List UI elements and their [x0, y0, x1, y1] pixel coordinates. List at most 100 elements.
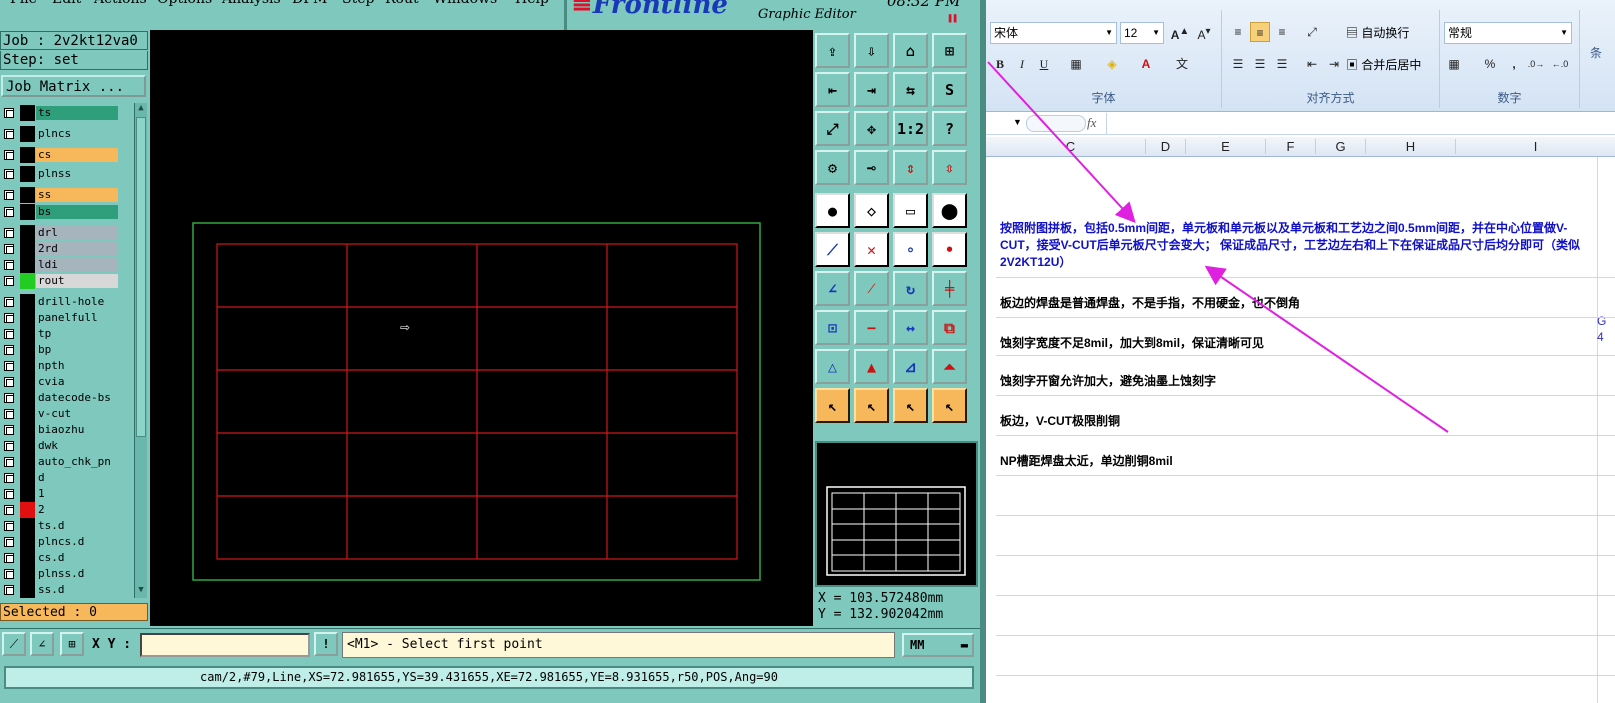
layer-name[interactable]: cs: [36, 148, 118, 162]
fx-icon[interactable]: fx: [1087, 115, 1096, 131]
layer-color-swatch[interactable]: [20, 257, 35, 273]
layer-checkbox[interactable]: [4, 260, 14, 270]
ruler-icon[interactable]: ▭: [893, 193, 928, 228]
layer-row[interactable]: plncs.d: [0, 534, 134, 550]
select-pad-icon[interactable]: ⊡: [815, 310, 850, 345]
column-header-h[interactable]: H: [1366, 139, 1456, 154]
layer-name[interactable]: plnss: [36, 167, 118, 181]
tri-c-icon[interactable]: ⊿: [893, 349, 928, 384]
cell-text[interactable]: 按照附图拼板，包括0.5mm间距，单元板和单元板以及单元板和工艺边之间0.5mm…: [1000, 220, 1590, 271]
layer-checkbox[interactable]: [4, 313, 14, 323]
layer-checkbox[interactable]: [4, 425, 14, 435]
layer-color-swatch[interactable]: [20, 374, 35, 390]
align-middle-icon[interactable]: ≡: [1250, 22, 1270, 42]
layer-checkbox[interactable]: [4, 553, 14, 563]
layer-name[interactable]: panelfull: [36, 311, 118, 325]
percent-button[interactable]: %: [1480, 54, 1500, 74]
layer-scrollbar[interactable]: ▲ ▼: [134, 103, 147, 598]
layer-checkbox[interactable]: [4, 521, 14, 531]
overview-map[interactable]: [815, 441, 978, 587]
graphic-canvas[interactable]: ⇨: [150, 30, 813, 626]
layer-row[interactable]: tp: [0, 326, 134, 342]
layer-row[interactable]: ts: [0, 105, 134, 121]
fit-icon[interactable]: ⤢: [815, 111, 850, 146]
snap-icon[interactable]: S: [932, 72, 967, 107]
menu-analysis[interactable]: Analysis: [222, 0, 281, 7]
layer-row[interactable]: plncs: [0, 126, 134, 142]
grid-mode-icon[interactable]: ⊞: [60, 632, 84, 656]
menu-rout[interactable]: Rout: [385, 0, 419, 7]
layer-checkbox[interactable]: [4, 537, 14, 547]
layer-checkbox[interactable]: [4, 393, 14, 403]
column-header-d[interactable]: D: [1146, 139, 1186, 154]
layer-name[interactable]: drill-hole: [36, 295, 118, 309]
layer-color-swatch[interactable]: [20, 390, 35, 406]
layer-row[interactable]: cs: [0, 147, 134, 163]
align-left-icon[interactable]: ☰: [1228, 54, 1248, 74]
layer-color-swatch[interactable]: [20, 241, 35, 257]
layer-color-swatch[interactable]: [20, 534, 35, 550]
layer-color-swatch[interactable]: [20, 326, 35, 342]
layer-checkbox[interactable]: [4, 228, 14, 238]
column-header-c[interactable]: C: [996, 139, 1146, 154]
layer-row[interactable]: plnss: [0, 166, 134, 182]
cell-text[interactable]: 板边的焊盘是普通焊盘，不是手指，不用硬金，也不倒角: [1000, 295, 1590, 312]
layer-color-swatch[interactable]: [20, 204, 35, 220]
home-icon[interactable]: ⌂: [893, 33, 928, 68]
layer-checkbox[interactable]: [4, 190, 14, 200]
layer-row[interactable]: 1: [0, 486, 134, 502]
layer-name[interactable]: datecode-bs: [36, 391, 118, 405]
menu-file[interactable]: File: [10, 0, 37, 7]
layer-color-swatch[interactable]: [20, 147, 35, 163]
layer-row[interactable]: ss: [0, 187, 134, 203]
layer-row[interactable]: npth: [0, 358, 134, 374]
warning-icon[interactable]: !: [314, 632, 338, 656]
scroll-thumb[interactable]: [136, 117, 146, 437]
layer-color-swatch[interactable]: [20, 105, 35, 121]
layer-color-swatch[interactable]: [20, 342, 35, 358]
help-icon[interactable]: ?: [932, 111, 967, 146]
layer-name[interactable]: bp: [36, 343, 118, 357]
font-color-icon[interactable]: A: [1136, 54, 1156, 74]
layer-name[interactable]: auto_chk_pn: [36, 455, 118, 469]
arrow-a-icon[interactable]: ↖: [815, 388, 850, 423]
move-icon[interactable]: ⇪: [815, 33, 850, 68]
layer-row[interactable]: ldi: [0, 257, 134, 273]
line-add-icon[interactable]: ⟋: [815, 232, 850, 267]
layer-name[interactable]: plnss.d: [36, 567, 118, 581]
bold-button[interactable]: B: [990, 54, 1010, 74]
pause-icon[interactable]: ❚❚: [947, 13, 958, 24]
xy-grid-icon[interactable]: ⊞: [932, 33, 967, 68]
column-header-e[interactable]: E: [1186, 139, 1266, 154]
layer-color-swatch[interactable]: [20, 454, 35, 470]
slash-icon[interactable]: ⁄: [854, 271, 889, 306]
layer-name[interactable]: drl: [36, 226, 118, 240]
layer-checkbox[interactable]: [4, 457, 14, 467]
comma-button[interactable]: ,: [1504, 54, 1524, 74]
export-icon[interactable]: ⇥: [854, 72, 889, 107]
column-header-g[interactable]: G: [1316, 139, 1366, 154]
dimension-icon[interactable]: ↔: [893, 310, 928, 345]
layer-checkbox[interactable]: [4, 329, 14, 339]
layer-row[interactable]: 2: [0, 502, 134, 518]
layer-checkbox[interactable]: [4, 441, 14, 451]
layer-checkbox[interactable]: [4, 409, 14, 419]
layer-row[interactable]: 2rd: [0, 241, 134, 257]
point-icon[interactable]: •: [932, 232, 967, 267]
layer-color-swatch[interactable]: [20, 273, 35, 289]
scroll-down-icon[interactable]: ▼: [135, 585, 147, 598]
layer-color-swatch[interactable]: [20, 486, 35, 502]
align-top-icon[interactable]: ≡: [1228, 22, 1248, 42]
layer-row[interactable]: cs.d: [0, 550, 134, 566]
layer-row[interactable]: dwk: [0, 438, 134, 454]
layer-row[interactable]: datecode-bs: [0, 390, 134, 406]
align-right-icon[interactable]: ☰: [1272, 54, 1292, 74]
layer-name[interactable]: ss: [36, 188, 118, 202]
layer-row[interactable]: plnss.d: [0, 566, 134, 582]
name-box-dropdown-icon[interactable]: ▼: [1013, 117, 1022, 127]
layer-row[interactable]: panelfull: [0, 310, 134, 326]
phonetic-icon[interactable]: 文: [1172, 54, 1192, 74]
formula-bar-handle[interactable]: [1026, 115, 1086, 132]
layer-checkbox[interactable]: [4, 585, 14, 595]
layer-row[interactable]: bp: [0, 342, 134, 358]
